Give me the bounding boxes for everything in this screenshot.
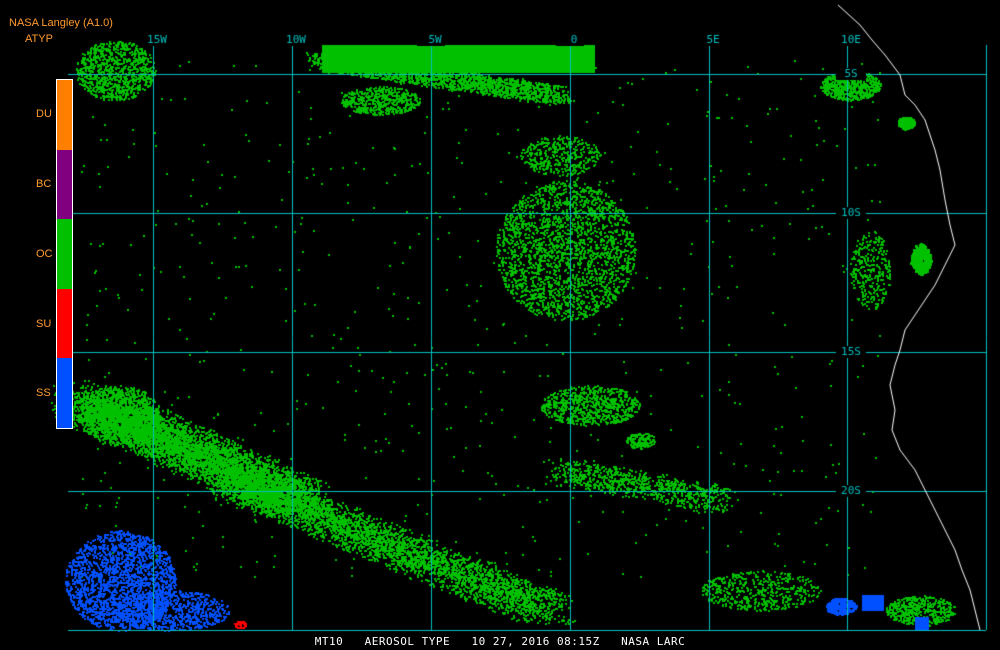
product-title: NASA Langley (A1.0)	[9, 17, 113, 29]
footer-instrument: MT10	[314, 635, 344, 648]
legend-label-du: DU	[36, 108, 52, 120]
product-code: ATYP	[25, 33, 53, 45]
legend-label-su: SU	[36, 318, 52, 330]
footer-product: AEROSOL TYPE	[364, 635, 451, 648]
legend-swatch-su	[57, 288, 72, 359]
footer-source: NASA LARC	[621, 635, 686, 648]
legend-swatch-oc	[57, 219, 72, 289]
legend-label-oc: OC	[36, 248, 53, 260]
aerosol-type-legend	[56, 79, 73, 429]
legend-swatch-du	[57, 80, 72, 150]
footer-caption: MT10 AEROSOL TYPE 10 27, 2016 08:15Z NAS…	[0, 636, 1000, 648]
legend-label-ss: SS	[36, 387, 51, 399]
footer-date: 10 27, 2016	[471, 635, 550, 648]
aerosol-map-canvas	[0, 0, 1000, 650]
footer-time: 08:15Z	[556, 635, 600, 648]
legend-label-bc: BC	[36, 178, 52, 190]
legend-swatch-bc	[57, 149, 72, 220]
legend-swatch-ss	[57, 358, 72, 428]
